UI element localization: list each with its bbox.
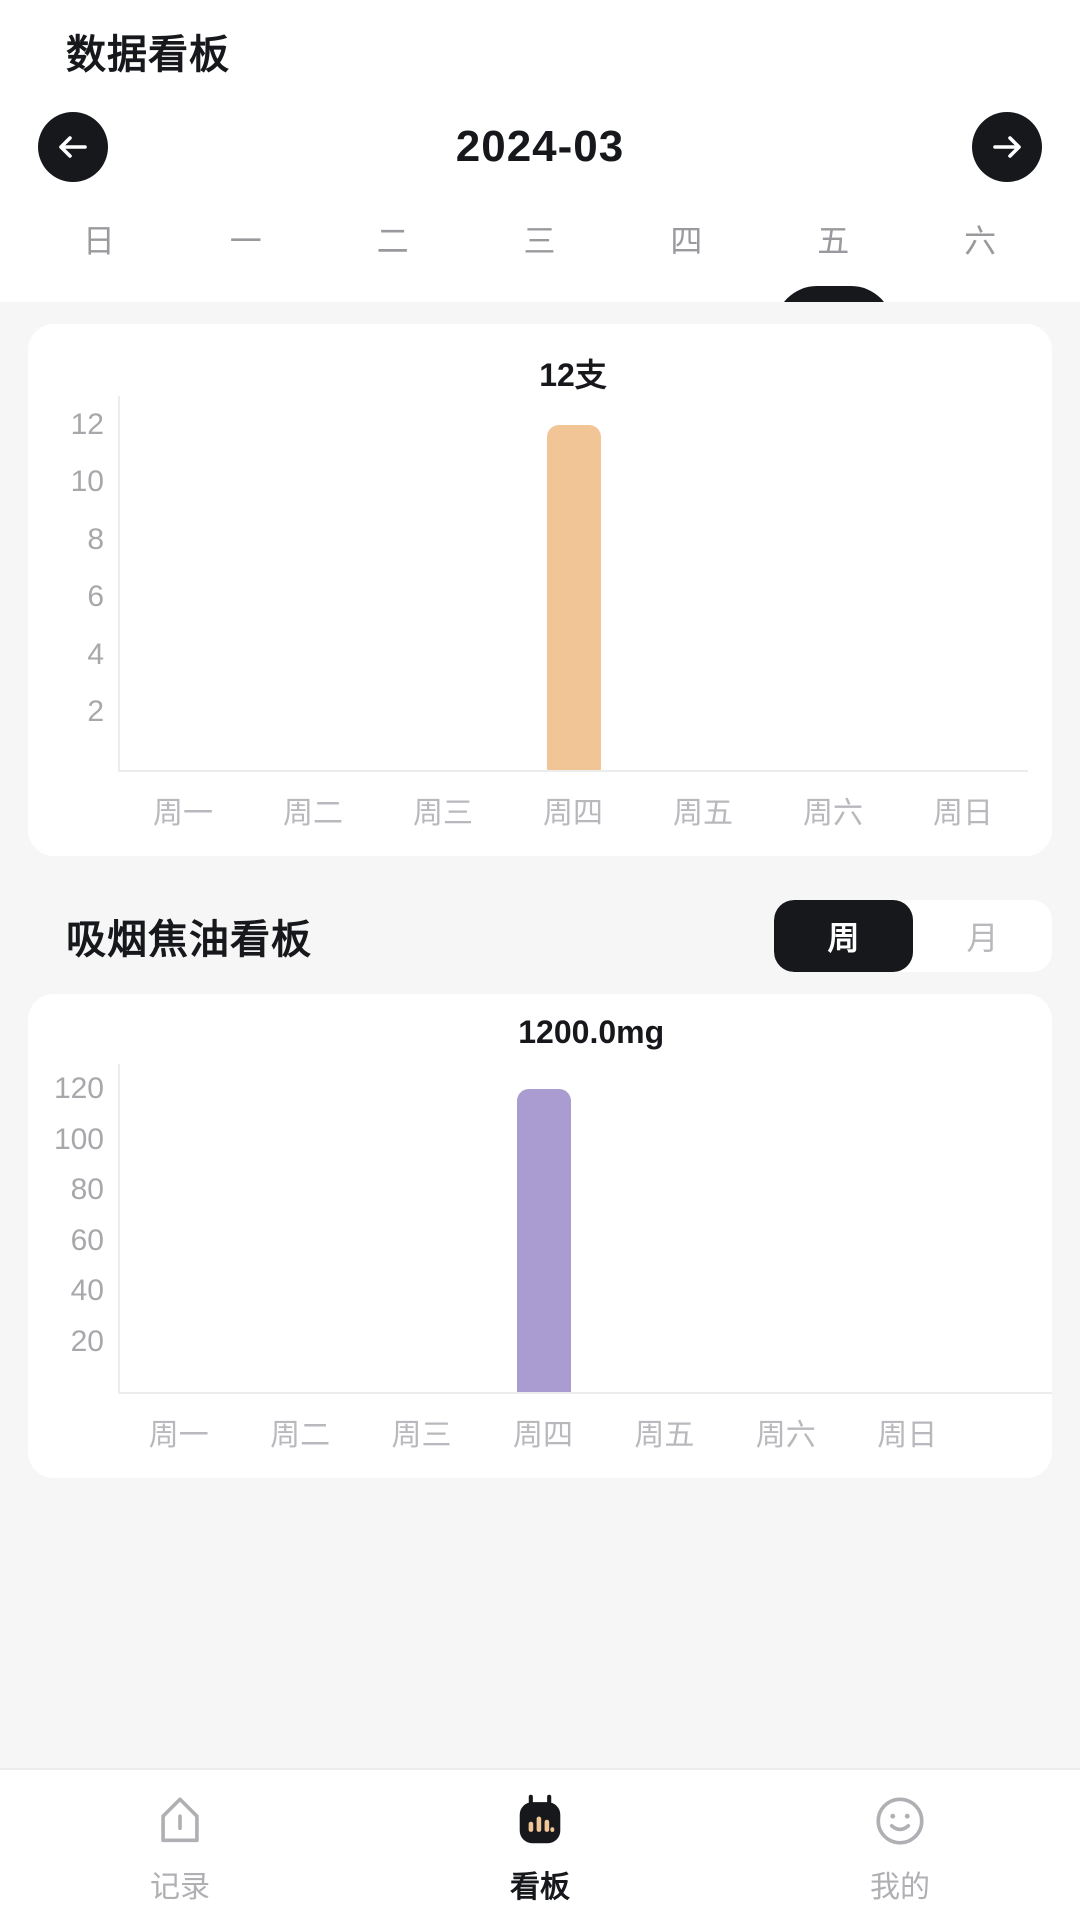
cigarette-xtick-mon: 周一	[152, 797, 213, 830]
cigarette-ytick-12: 12	[70, 407, 104, 441]
period-toggle-week[interactable]: 周	[774, 900, 913, 972]
weekday-header-row: 日 一 二 三 四 五 六	[0, 216, 1080, 262]
tar-section-title: 吸烟焦油看板	[66, 918, 312, 962]
tar-ytick-60: 60	[70, 1223, 104, 1257]
page-title: 数据看板	[66, 33, 230, 77]
date-pill	[922, 286, 1040, 302]
cigarette-chart-card: 12支 12 10 8 6 4 2 周一 周二 周三 周四 周五 周六 周日	[28, 324, 1052, 856]
tar-xtick-tue: 周二	[270, 1419, 331, 1452]
month-navigator: 2024-03	[0, 80, 1080, 182]
date-pill	[40, 286, 158, 302]
tar-ytick-20: 20	[70, 1324, 104, 1358]
calendar-header-card: 数据看板 2024-03 日 一 二 三 四 五 六	[0, 0, 1080, 302]
weekday-label-fri: 五	[817, 223, 851, 259]
date-cell-4[interactable]	[613, 286, 760, 302]
cigarette-bar-thu	[547, 424, 601, 770]
tar-xaxis: 周一 周二 周三 周四 周五 周六 周日	[118, 1394, 1052, 1456]
tar-xtick-sat: 周六	[755, 1419, 816, 1452]
weekday-label-sun: 日	[82, 223, 116, 259]
tar-plot-area: 120 100 80 60 40 20	[54, 1064, 1052, 1394]
cigarette-ytick-8: 8	[87, 522, 104, 556]
tar-xtick-wed: 周三	[391, 1419, 452, 1452]
tar-bar-thu	[517, 1089, 572, 1392]
tar-xtick-sun: 周日	[877, 1419, 938, 1452]
next-month-button[interactable]	[972, 112, 1042, 182]
cigarette-xaxis: 周一 周二 周三 周四 周五 周六 周日	[118, 772, 1028, 834]
cigarette-plot-area: 12 10 8 6 4 2	[71, 396, 1028, 772]
tar-xtick-fri: 周五	[634, 1419, 695, 1452]
period-toggle[interactable]: 周 月	[774, 900, 1052, 972]
tar-xtick-thu: 周四	[512, 1419, 573, 1452]
tar-ytick-100: 100	[53, 1122, 104, 1156]
cigarette-xtick-wed: 周三	[412, 797, 473, 830]
cigarette-ytick-6: 6	[87, 580, 104, 614]
tar-chart-card: 1200.0mg 120 100 80 60 40 20 周一 周二 周三 周四…	[28, 994, 1052, 1478]
date-cell-6[interactable]	[907, 286, 1054, 302]
bottom-tab-bar: 记录 看板 我的	[0, 1768, 1080, 1920]
arrow-left-icon	[59, 136, 87, 158]
date-pill	[628, 286, 746, 302]
tar-ytick-80: 80	[70, 1173, 104, 1207]
date-pill	[481, 286, 599, 302]
date-pill	[187, 286, 305, 302]
app-root: 数据看板 2024-03 日 一 二 三 四 五 六 12支 12 10 8 6…	[0, 0, 1080, 1920]
home-icon	[161, 1797, 199, 1843]
cigarette-ytick-10: 10	[70, 465, 104, 499]
date-cell-selected[interactable]	[760, 286, 907, 302]
tar-ytick-120: 120	[53, 1072, 104, 1106]
tab-record-label: 记录	[150, 1871, 210, 1904]
dashboard-scroll-area[interactable]: 12支 12 10 8 6 4 2 周一 周二 周三 周四 周五 周六 周日 吸…	[0, 302, 1080, 1768]
tab-record[interactable]: 记录	[0, 1792, 360, 1906]
dashboard-icon	[519, 1794, 561, 1844]
cigarette-xtick-tue: 周二	[283, 797, 343, 830]
tar-value-label: 1200.0mg	[518, 1014, 665, 1050]
tar-section-header: 吸烟焦油看板 周 月	[0, 856, 1080, 972]
date-cell-1[interactable]	[173, 286, 320, 302]
cigarette-ytick-4: 4	[87, 637, 104, 671]
date-cell-0[interactable]	[26, 286, 173, 302]
weekday-label-wed: 三	[523, 223, 557, 259]
date-cell-3[interactable]	[467, 286, 614, 302]
weekday-label-thu: 四	[670, 223, 704, 259]
cigarette-xtick-sun: 周日	[933, 797, 994, 830]
prev-month-button[interactable]	[38, 112, 108, 182]
tab-mine-label: 我的	[870, 1871, 930, 1904]
cigarette-xtick-thu: 周四	[543, 797, 603, 830]
cigarette-value-label: 12支	[539, 357, 607, 393]
period-toggle-month[interactable]: 月	[913, 900, 1052, 972]
weekday-label-sat: 六	[964, 223, 998, 259]
tar-ytick-40: 40	[70, 1274, 104, 1308]
tab-mine[interactable]: 我的	[720, 1792, 1080, 1906]
cigarette-xtick-fri: 周五	[673, 797, 734, 830]
tab-dashboard-label: 看板	[510, 1871, 570, 1904]
current-month-label: 2024-03	[455, 122, 625, 171]
tab-dashboard[interactable]: 看板	[360, 1792, 720, 1906]
arrow-right-icon	[993, 136, 1021, 158]
selected-date-pill	[774, 286, 893, 302]
date-pill	[334, 286, 452, 302]
tar-xtick-mon: 周一	[148, 1419, 209, 1452]
smiley-face-icon	[876, 1797, 924, 1845]
cigarette-xtick-sat: 周六	[802, 797, 863, 830]
weekday-label-tue: 二	[376, 223, 410, 259]
weekday-label-mon: 一	[229, 223, 263, 259]
date-cell-2[interactable]	[320, 286, 467, 302]
date-cell-row	[0, 286, 1080, 302]
cigarette-ytick-2: 2	[87, 695, 104, 729]
